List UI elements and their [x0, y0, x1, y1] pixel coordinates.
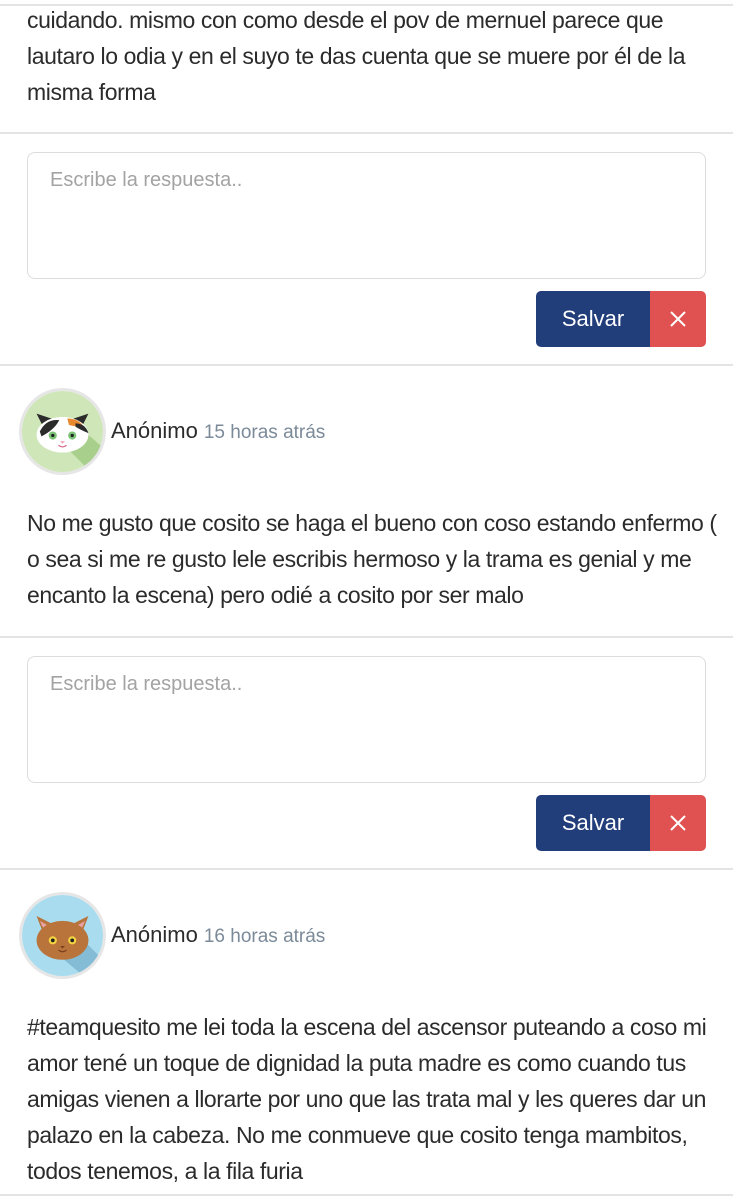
- calico-cat-icon: [22, 391, 103, 472]
- reply-actions: Salvar: [536, 291, 706, 347]
- reply-actions: Salvar: [536, 795, 706, 851]
- cancel-button[interactable]: [650, 291, 706, 347]
- comment-text: cuidando. mismo con como desde el pov de…: [27, 7, 686, 105]
- author-name: Anónimo: [111, 922, 198, 947]
- divider: [0, 132, 733, 134]
- save-button[interactable]: Salvar: [536, 795, 650, 851]
- comment-text: #teamquesito me lei toda la escena del a…: [27, 1014, 707, 1184]
- divider: [0, 1194, 733, 1196]
- divider: [0, 364, 733, 366]
- avatar: [19, 388, 106, 475]
- close-icon: [670, 815, 686, 831]
- reply-input[interactable]: [27, 656, 706, 783]
- divider: [0, 636, 733, 638]
- reply-input[interactable]: [27, 152, 706, 279]
- close-icon: [670, 311, 686, 327]
- brown-cat-icon: [22, 895, 103, 976]
- avatar: [19, 892, 106, 979]
- comment-text: No me gusto que cosito se haga el bueno …: [27, 510, 717, 608]
- comment-author: Anónimo 16 horas atrás: [111, 922, 325, 948]
- save-button[interactable]: Salvar: [536, 291, 650, 347]
- comment-time: 15 horas atrás: [203, 422, 326, 443]
- comment-author: Anónimo 15 horas atrás: [111, 418, 325, 444]
- cancel-button[interactable]: [650, 795, 706, 851]
- author-name: Anónimo: [111, 418, 198, 443]
- divider: [0, 868, 733, 870]
- comment-time: 16 horas atrás: [203, 926, 326, 947]
